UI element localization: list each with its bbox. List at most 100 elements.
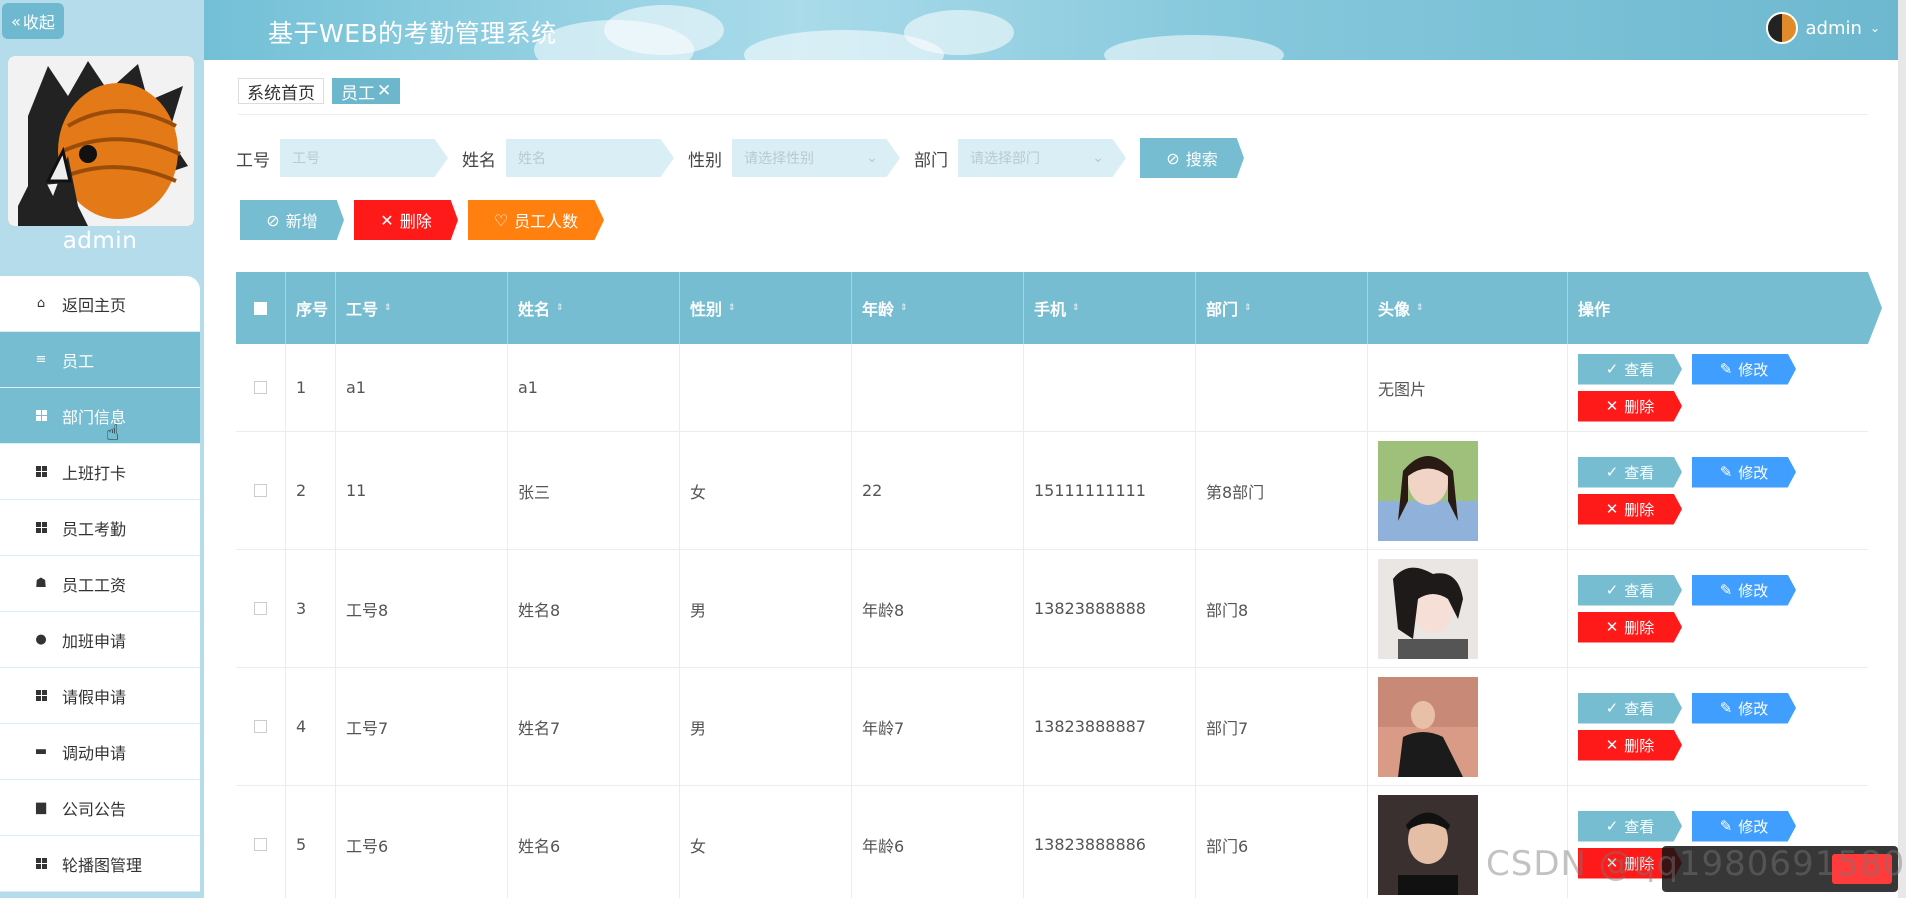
close-icon: ✕ (1605, 736, 1619, 754)
employee-count-button[interactable]: ♡ 员工人数 (468, 200, 604, 240)
column-header: 部门 (1206, 300, 1239, 319)
cell-avatar-text: 无图片 (1378, 379, 1427, 399)
avatar-image[interactable] (1378, 676, 1478, 777)
col-gender[interactable]: 性别 ⇕ (680, 272, 852, 344)
header-username: admin (1805, 17, 1862, 39)
edit-button[interactable]: ✎ 修改 (1692, 810, 1796, 842)
cell-no: 2 (296, 481, 307, 500)
close-icon[interactable]: ✕ (377, 81, 391, 101)
tab-label: 系统首页 (247, 83, 315, 104)
search-button[interactable]: ⊘ 搜索 (1140, 138, 1244, 178)
avatar-image[interactable] (1378, 794, 1478, 895)
sidebar-item-employee[interactable]: ≡ 员工 (0, 332, 200, 388)
grid-icon (34, 689, 48, 703)
delete-button[interactable]: ✕ 删除 (1578, 729, 1682, 761)
edit-button[interactable]: ✎ 修改 (1692, 574, 1796, 606)
cell-no: 5 (296, 835, 307, 854)
collapse-button[interactable]: « 收起 (2, 3, 64, 39)
col-phone[interactable]: 手机 ⇕ (1024, 272, 1196, 344)
column-header: 手机 (1034, 300, 1067, 319)
delete-button[interactable]: ✕ 删除 (1578, 390, 1682, 422)
sidebar-item-label: 轮播图管理 (62, 855, 143, 875)
search-form: 工号 工号 姓名 姓名 性别 请选择性别 ⌄ 部门 请选择部门 ⌄ ⊘ 搜索 (236, 138, 1244, 178)
button-label: 搜索 (1185, 150, 1218, 169)
col-avatar[interactable]: 头像 ⇕ (1368, 272, 1568, 344)
batch-delete-button[interactable]: ✕ 删除 (354, 200, 458, 240)
scrollbar[interactable] (1898, 0, 1906, 898)
sidebar-item-transfer[interactable]: ▬ 调动申请 (0, 724, 200, 780)
edit-button[interactable]: ✎ 修改 (1692, 692, 1796, 724)
delete-button[interactable]: ✕ 删除 (1578, 493, 1682, 525)
close-icon: ✕ (1605, 397, 1619, 415)
avatar-image[interactable] (1378, 440, 1478, 541)
button-label: 修改 (1738, 699, 1769, 718)
gonghao-label: 工号 (236, 150, 270, 171)
sidebar-item-label: 上班打卡 (62, 463, 127, 483)
table-row: 1 a1 a1 无图片 ✓ 查看 ✎ 修改 ✕ 删除 (236, 344, 1868, 432)
user-avatar (1765, 12, 1798, 44)
row-checkbox[interactable] (254, 838, 267, 851)
tab-home[interactable]: 系统首页 (238, 78, 324, 104)
row-checkbox[interactable] (254, 381, 267, 394)
edit-button[interactable]: ✎ 修改 (1692, 353, 1796, 385)
view-button[interactable]: ✓ 查看 (1578, 692, 1682, 724)
cell-gender: 男 (690, 600, 707, 620)
row-checkbox[interactable] (254, 484, 267, 497)
cell-age: 年龄7 (862, 718, 905, 738)
sidebar-item-attendance[interactable]: 员工考勤 (0, 500, 200, 556)
sidebar-item-home[interactable]: ⌂ 返回主页 (0, 276, 200, 332)
close-icon: ✕ (380, 210, 394, 230)
user-menu[interactable]: admin ⌄ (1765, 12, 1880, 44)
sidebar-item-salary[interactable]: ☗ 员工工资 (0, 556, 200, 612)
add-button[interactable]: ⊘ 新增 (240, 200, 344, 240)
chevron-down-icon: ⌄ (866, 150, 878, 166)
column-header: 年龄 (862, 300, 895, 319)
sidebar-item-leave[interactable]: 请假申请 (0, 668, 200, 724)
col-gonghao[interactable]: 工号 ⇕ (336, 272, 508, 344)
avatar-image[interactable] (1378, 558, 1478, 659)
name-input[interactable]: 姓名 (506, 139, 674, 177)
button-label: 查看 (1624, 463, 1655, 482)
dept-select[interactable]: 请选择部门 ⌄ (958, 139, 1126, 177)
button-label: 删除 (1624, 397, 1655, 416)
view-button[interactable]: ✓ 查看 (1578, 456, 1682, 488)
collapse-label: 收起 (22, 13, 55, 32)
sidebar-item-department[interactable]: 部门信息 (0, 388, 200, 444)
check-icon: ✓ (1605, 817, 1619, 835)
sort-icon: ⇕ (1072, 303, 1080, 313)
col-name[interactable]: 姓名 ⇕ (508, 272, 680, 344)
table-row: 4 工号7 姓名7 男 年龄7 13823888887 部门7 ✓ 查看 ✎ 修改 … (236, 668, 1868, 786)
view-button[interactable]: ✓ 查看 (1578, 810, 1682, 842)
col-dept[interactable]: 部门 ⇕ (1196, 272, 1368, 344)
edit-button[interactable]: ✎ 修改 (1692, 456, 1796, 488)
tab-label: 员工 (341, 83, 375, 104)
sidebar-item-checkin[interactable]: 上班打卡 (0, 444, 200, 500)
row-checkbox[interactable] (254, 720, 267, 733)
check-circle-icon: ⊘ (1166, 148, 1180, 168)
cell-no: 4 (296, 717, 307, 736)
cell-no: 1 (296, 378, 307, 397)
button-label: 查看 (1624, 360, 1655, 379)
gonghao-input[interactable]: 工号 (280, 139, 448, 177)
select-all-checkbox[interactable] (254, 301, 267, 315)
button-label: 删除 (1624, 736, 1655, 755)
cell-gender: 女 (690, 482, 707, 502)
view-button[interactable]: ✓ 查看 (1578, 574, 1682, 606)
tab-employee[interactable]: 员工 ✕ (332, 78, 401, 104)
sidebar-username: admin (62, 228, 138, 254)
check-icon: ✓ (1605, 581, 1619, 599)
view-button[interactable]: ✓ 查看 (1578, 353, 1682, 385)
grid-icon (34, 521, 48, 535)
col-age[interactable]: 年龄 ⇕ (852, 272, 1024, 344)
button-label: 新增 (285, 212, 318, 231)
sidebar-item-notice[interactable]: ▆ 公司公告 (0, 780, 200, 836)
row-checkbox[interactable] (254, 602, 267, 615)
sidebar-item-carousel[interactable]: 轮播图管理 (0, 836, 200, 892)
column-header: 性别 (690, 300, 723, 319)
button-label: 修改 (1738, 360, 1769, 379)
gender-select[interactable]: 请选择性别 ⌄ (732, 139, 900, 177)
pencil-icon: ✎ (1719, 463, 1733, 481)
delete-button[interactable]: ✕ 删除 (1578, 611, 1682, 643)
cell-age: 22 (862, 481, 883, 500)
sidebar-item-overtime[interactable]: ● 加班申请 (0, 612, 200, 668)
